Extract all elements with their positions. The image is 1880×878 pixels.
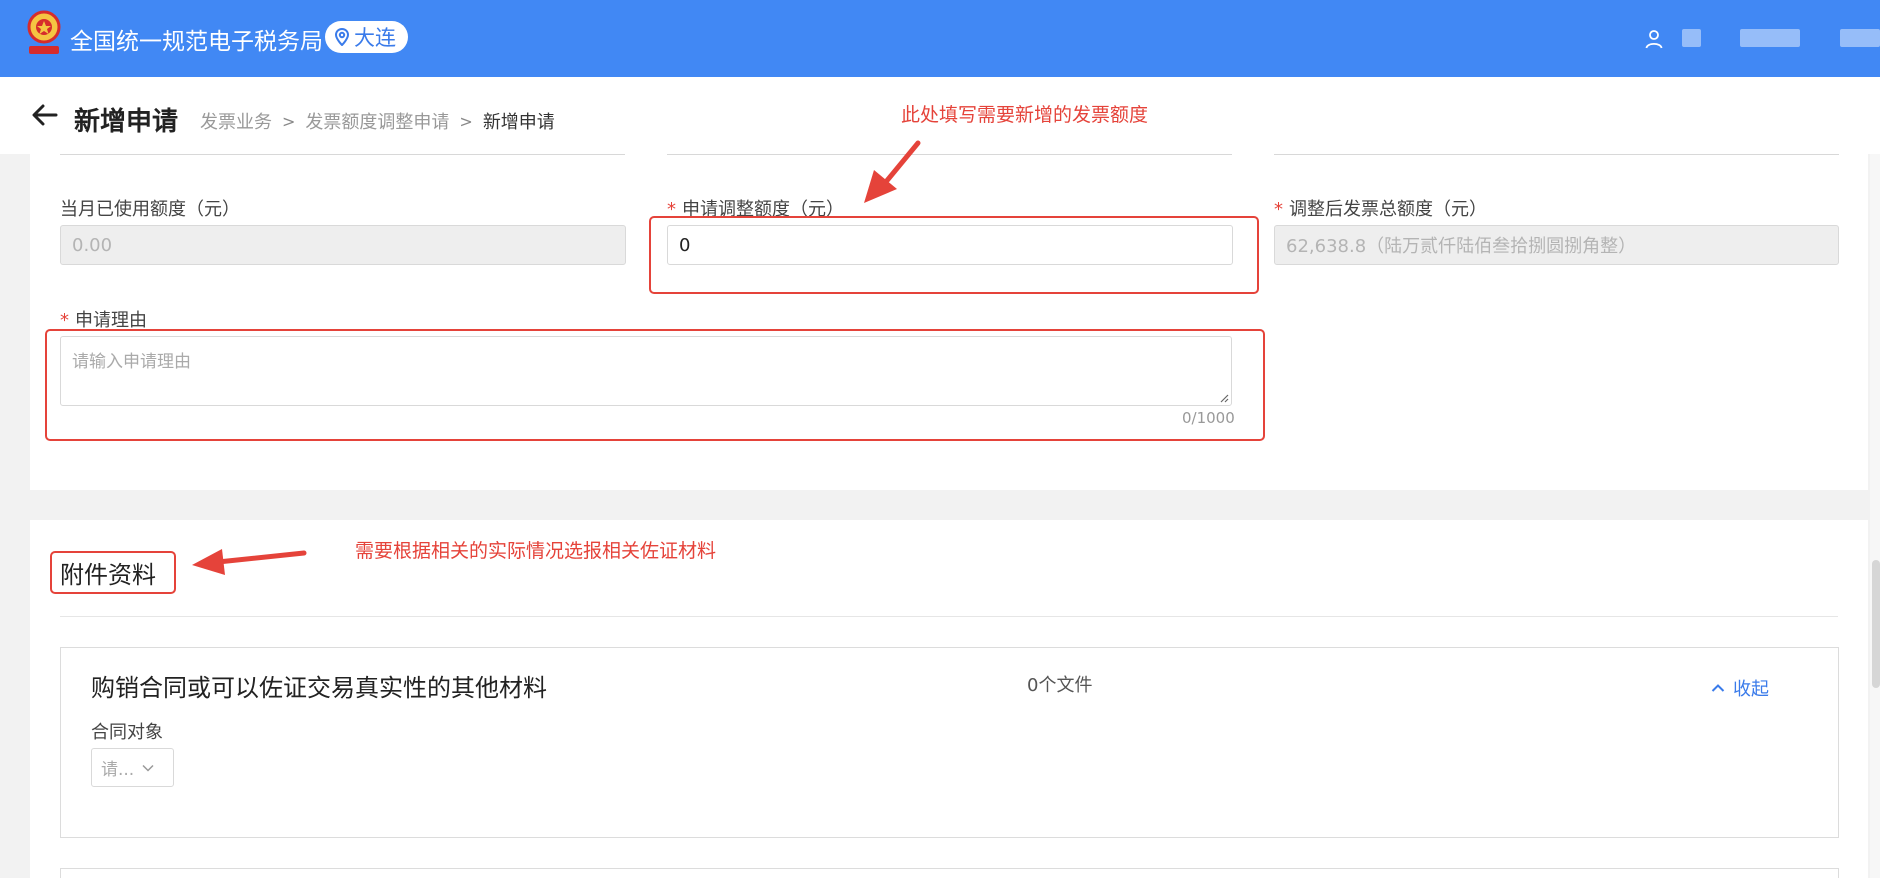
chevron-right-icon: >	[282, 111, 296, 131]
collapse-button[interactable]: 收起	[1711, 675, 1769, 701]
breadcrumb-quota-adjust[interactable]: 发票额度调整申请	[305, 108, 449, 134]
contract-party-select[interactable]: 请...	[91, 748, 174, 787]
blurred-user-info	[1682, 29, 1701, 47]
attachment-panel-title: 购销合同或可以佐证交易真实性的其他材料	[91, 674, 547, 702]
used-quota-field: 0.00	[60, 225, 626, 265]
annotation-box-section	[50, 551, 176, 594]
breadcrumb-invoice-business[interactable]: 发票业务	[200, 108, 272, 134]
total-quota-field: 62,638.8（陆万贰仟陆佰叁拾捌圆捌角整）	[1274, 225, 1839, 265]
back-arrow-icon[interactable]	[32, 103, 58, 127]
chevron-right-icon: >	[459, 111, 473, 131]
breadcrumb-current: 新增申请	[482, 112, 555, 133]
location-label: 大连	[354, 26, 396, 50]
blurred-user-extra	[1840, 29, 1880, 47]
annotation-box-reason	[45, 329, 1265, 441]
required-mark: *	[1274, 199, 1283, 220]
field-divider	[1274, 154, 1839, 155]
attachment-panel: 购销合同或可以佐证交易真实性的其他材料 0个文件 收起 合同对象 请...	[60, 647, 1839, 838]
top-bar: 全国统一规范电子税务局 大连	[0, 0, 1880, 77]
used-quota-label: 当月已使用额度（元）	[60, 199, 240, 220]
chevron-up-icon	[1711, 684, 1725, 692]
user-icon[interactable]	[1644, 29, 1664, 49]
page-title: 新增申请	[74, 107, 179, 137]
collapse-label: 收起	[1733, 679, 1769, 700]
scrollbar-thumb[interactable]	[1872, 560, 1880, 688]
annotation-quota-hint: 此处填写需要新增的发票额度	[901, 104, 1149, 126]
section-divider	[60, 616, 1838, 617]
required-mark: *	[60, 310, 69, 331]
tax-emblem-icon	[27, 10, 61, 54]
annotation-attachment-hint: 需要根据相关的实际情况选报相关佐证材料	[355, 540, 717, 562]
location-selector[interactable]: 大连	[325, 21, 408, 53]
total-quota-label: * 调整后发票总额度（元）	[1274, 199, 1487, 220]
next-attachment-panel	[60, 868, 1839, 878]
breadcrumb: 发票业务 > 发票额度调整申请 > 新增申请	[200, 108, 555, 134]
chevron-down-icon	[142, 764, 154, 772]
app-title: 全国统一规范电子税务局	[70, 29, 323, 55]
scrollbar-track[interactable]	[1870, 154, 1880, 878]
field-divider	[60, 154, 625, 155]
file-count: 0个文件	[1027, 675, 1093, 696]
location-pin-icon	[334, 28, 350, 46]
blurred-user-name	[1740, 29, 1800, 47]
contract-party-label: 合同对象	[91, 722, 163, 743]
select-placeholder: 请...	[101, 760, 135, 780]
annotation-box-quota	[649, 216, 1259, 294]
field-divider	[667, 154, 1232, 155]
